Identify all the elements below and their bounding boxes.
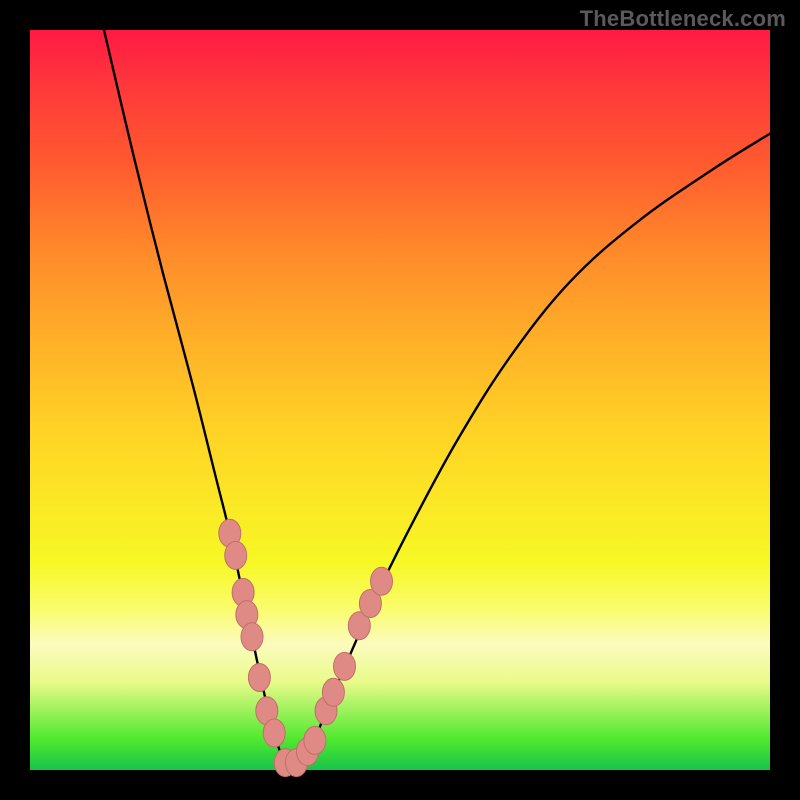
plot-area [30, 30, 770, 770]
watermark-text: TheBottleneck.com [580, 6, 786, 32]
chart-canvas: TheBottleneck.com [0, 0, 800, 800]
